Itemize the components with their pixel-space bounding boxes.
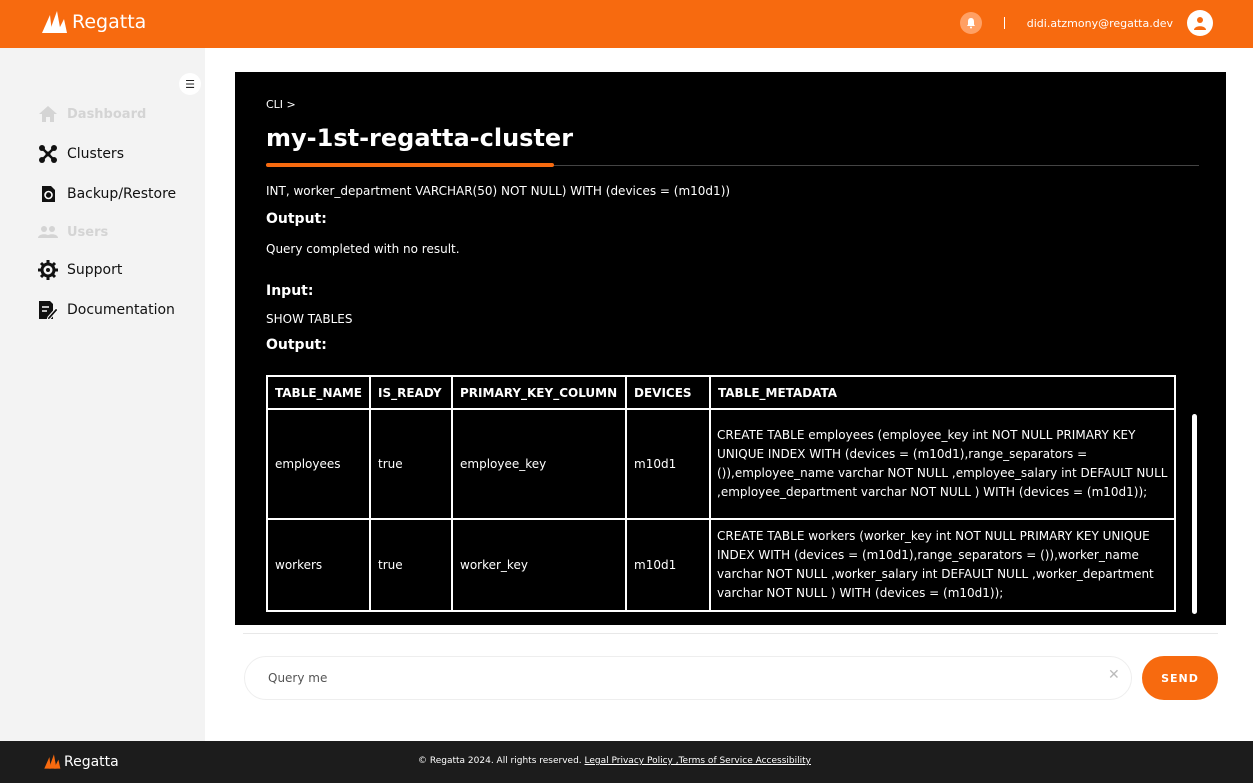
footer-brand[interactable]: Regatta: [43, 753, 119, 770]
header-divider: [1003, 17, 1005, 29]
cli-panel: CLI > my-1st-regatta-cluster INT, worker…: [235, 72, 1226, 625]
footer: Regatta © Regatta 2024. All rights reser…: [0, 741, 1253, 783]
table-row: employees true employee_key m10d1 CREATE…: [266, 408, 1176, 520]
log-output-label: Output:: [266, 337, 327, 353]
title-accent-underline: [266, 163, 554, 167]
table-row: workers true worker_key m10d1 CREATE TAB…: [266, 518, 1176, 612]
copyright-text: © Regatta 2024. All rights reserved.: [418, 756, 582, 766]
column-header: TABLE_NAME: [266, 375, 371, 410]
sidebar-item-dashboard[interactable]: Dashboard: [37, 94, 176, 134]
clear-icon[interactable]: ✕: [1108, 667, 1120, 683]
user-icon: [1194, 17, 1206, 30]
breadcrumb[interactable]: CLI >: [266, 98, 296, 111]
top-bar: Regatta didi.atzmony@regatta.dev: [0, 0, 1253, 48]
page-title: my-1st-regatta-cluster: [266, 124, 574, 152]
footer-text: © Regatta 2024. All rights reserved. Leg…: [418, 756, 811, 766]
regatta-sail-icon: [44, 754, 61, 769]
user-email[interactable]: didi.atzmony@regatta.dev: [1027, 17, 1173, 30]
log-input-label: Input:: [266, 283, 314, 299]
sidebar-item-label: Users: [67, 224, 109, 240]
sidebar-nav: Dashboard Clusters Backup/Restore Users …: [37, 94, 176, 330]
column-header: DEVICES: [625, 375, 711, 410]
brand-name: Regatta: [72, 11, 147, 33]
sidebar-item-backup-restore[interactable]: Backup/Restore: [37, 174, 176, 214]
table-cell: m10d1: [625, 408, 711, 520]
send-button[interactable]: SEND: [1142, 656, 1218, 700]
column-header: IS_READY: [369, 375, 453, 410]
log-output-text: Query completed with no result.: [266, 242, 460, 256]
user-avatar-button[interactable]: [1187, 10, 1213, 36]
bell-icon: [966, 18, 975, 29]
cli-log: INT, worker_department VARCHAR(50) NOT N…: [266, 180, 1206, 356]
table-header-row: TABLE_NAME IS_READY PRIMARY_KEY_COLUMN D…: [266, 375, 1176, 410]
table-cell: true: [369, 408, 453, 520]
brand-logo[interactable]: Regatta: [40, 9, 146, 35]
top-right-controls: didi.atzmony@regatta.dev: [959, 10, 1213, 36]
table-cell: employees: [266, 408, 371, 520]
documentation-icon: [37, 300, 59, 320]
sidebar-item-users[interactable]: Users: [37, 214, 176, 250]
log-output-label: Output:: [266, 211, 327, 227]
sidebar-item-label: Clusters: [67, 146, 124, 162]
regatta-sail-icon: [42, 11, 67, 33]
table-cell: workers: [266, 518, 371, 612]
home-icon: [37, 104, 59, 124]
users-icon: [37, 222, 59, 242]
sidebar-item-label: Support: [67, 262, 123, 278]
log-input-tail: INT, worker_department VARCHAR(50) NOT N…: [266, 184, 731, 198]
table-cell: m10d1: [625, 518, 711, 612]
sidebar-item-support[interactable]: Support: [37, 250, 176, 290]
sidebar-item-documentation[interactable]: Documentation: [37, 290, 176, 330]
result-table: TABLE_NAME IS_READY PRIMARY_KEY_COLUMN D…: [266, 375, 1176, 612]
backup-icon: [37, 184, 59, 204]
query-divider: [243, 633, 1218, 634]
footer-brand-name: Regatta: [64, 753, 119, 770]
collapse-icon: ☰: [185, 77, 195, 91]
table-cell: worker_key: [451, 518, 627, 612]
query-bar: Query me ✕ SEND: [235, 625, 1226, 711]
sidebar-item-label: Dashboard: [67, 106, 147, 122]
sidebar: ☰ Dashboard Clusters Backup/Restore User…: [0, 48, 205, 741]
column-header: PRIMARY_KEY_COLUMN: [451, 375, 627, 410]
scrollbar-thumb[interactable]: [1192, 414, 1197, 614]
column-header: TABLE_METADATA: [709, 375, 1176, 410]
sidebar-item-label: Documentation: [67, 302, 175, 318]
clusters-icon: [37, 144, 59, 164]
support-icon: [37, 260, 59, 280]
table-cell: true: [369, 518, 453, 612]
footer-links[interactable]: Legal Privacy Policy ,Terms of Service A…: [585, 756, 811, 766]
sidebar-item-clusters[interactable]: Clusters: [37, 134, 176, 174]
table-cell: employee_key: [451, 408, 627, 520]
table-cell-metadata: CREATE TABLE workers (worker_key int NOT…: [709, 518, 1176, 612]
log-input-text: SHOW TABLES: [266, 312, 353, 326]
query-input[interactable]: Query me: [244, 656, 1132, 700]
sidebar-item-label: Backup/Restore: [67, 186, 177, 202]
collapse-sidebar-button[interactable]: ☰: [179, 73, 201, 95]
table-cell-metadata: CREATE TABLE employees (employee_key int…: [709, 408, 1176, 520]
notifications-button[interactable]: [959, 12, 982, 34]
